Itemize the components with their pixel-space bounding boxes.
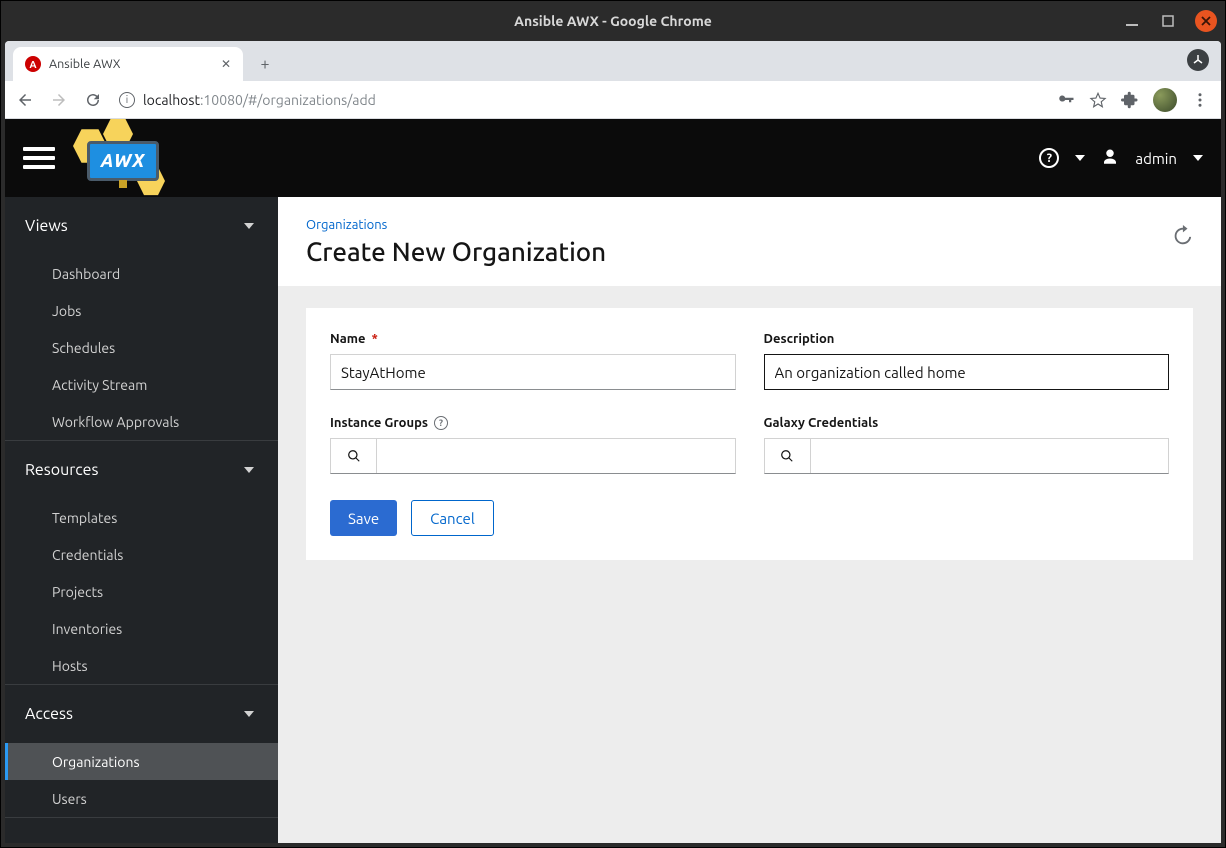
- nav-section-views[interactable]: Views: [5, 197, 278, 255]
- history-icon[interactable]: [1171, 225, 1193, 247]
- os-titlebar: Ansible AWX - Google Chrome: [1, 1, 1225, 41]
- password-key-icon[interactable]: [1057, 91, 1075, 109]
- window-title: Ansible AWX - Google Chrome: [514, 13, 712, 29]
- nav-section-label: Resources: [25, 461, 98, 479]
- new-tab-button[interactable]: +: [251, 50, 279, 78]
- forward-button[interactable]: [47, 88, 71, 112]
- form-card: Name* Description: [306, 308, 1193, 560]
- nav-item-dashboard[interactable]: Dashboard: [5, 255, 278, 292]
- address-bar[interactable]: i localhost:10080/#/organizations/add: [115, 92, 1047, 108]
- description-input[interactable]: [764, 354, 1170, 390]
- page-title: Create New Organization: [306, 237, 1193, 266]
- chevron-down-icon: [244, 467, 254, 473]
- name-input[interactable]: [330, 354, 736, 390]
- browser-toolbar: i localhost:10080/#/organizations/add: [5, 81, 1221, 119]
- reload-button[interactable]: [81, 88, 105, 112]
- nav-item-workflow-approvals[interactable]: Workflow Approvals: [5, 403, 278, 440]
- help-icon[interactable]: ?: [1039, 148, 1059, 168]
- close-button[interactable]: [1195, 10, 1217, 32]
- description-label: Description: [764, 332, 1170, 346]
- main-content: Organizations Create New Organization Na…: [278, 197, 1221, 843]
- nav-section-resources[interactable]: Resources: [5, 441, 278, 499]
- instance-groups-input[interactable]: [377, 439, 735, 473]
- nav-item-schedules[interactable]: Schedules: [5, 329, 278, 366]
- nav-toggle-button[interactable]: [23, 142, 55, 174]
- browser-tab-active[interactable]: A Ansible AWX ✕: [13, 47, 243, 81]
- nav-item-hosts[interactable]: Hosts: [5, 647, 278, 684]
- awx-logo[interactable]: AWX: [73, 123, 183, 193]
- chrome-menu-icon[interactable]: [1191, 91, 1209, 109]
- site-info-icon[interactable]: i: [119, 92, 135, 108]
- extensions-icon[interactable]: [1121, 91, 1139, 109]
- tab-title: Ansible AWX: [49, 57, 213, 71]
- nav-section-label: Views: [25, 217, 68, 235]
- awx-badge: AWX: [87, 141, 159, 181]
- username-label: admin: [1135, 150, 1177, 167]
- galaxy-credentials-search-button[interactable]: [765, 439, 811, 473]
- save-button[interactable]: Save: [330, 500, 397, 536]
- instance-groups-search-button[interactable]: [331, 439, 377, 473]
- back-button[interactable]: [13, 88, 37, 112]
- name-label: Name*: [330, 332, 736, 346]
- profile-avatar[interactable]: [1153, 88, 1177, 112]
- tab-strip: A Ansible AWX ✕ +: [5, 41, 1221, 81]
- required-indicator: *: [371, 332, 377, 346]
- favicon-icon: A: [25, 56, 41, 72]
- url-path: :10080/#/organizations/add: [200, 92, 376, 108]
- app-header: AWX ? admin: [5, 119, 1221, 197]
- chevron-down-icon: [244, 223, 254, 229]
- sidebar-nav: Views Dashboard Jobs Schedules Activity …: [5, 197, 278, 843]
- galaxy-credentials-input[interactable]: [811, 439, 1169, 473]
- nav-item-projects[interactable]: Projects: [5, 573, 278, 610]
- user-icon: [1101, 148, 1119, 169]
- nav-item-templates[interactable]: Templates: [5, 499, 278, 536]
- chrome-account-icon[interactable]: [1187, 49, 1209, 71]
- nav-item-credentials[interactable]: Credentials: [5, 536, 278, 573]
- nav-item-jobs[interactable]: Jobs: [5, 292, 278, 329]
- help-dropdown-icon[interactable]: [1075, 155, 1085, 161]
- url-host: localhost: [143, 92, 200, 108]
- instance-groups-label: Instance Groups ?: [330, 416, 736, 430]
- nav-item-inventories[interactable]: Inventories: [5, 610, 278, 647]
- breadcrumb-organizations[interactable]: Organizations: [306, 218, 387, 232]
- nav-item-users[interactable]: Users: [5, 780, 278, 817]
- bookmark-star-icon[interactable]: [1089, 91, 1107, 109]
- cancel-button[interactable]: Cancel: [411, 500, 494, 536]
- nav-item-organizations[interactable]: Organizations: [5, 743, 278, 780]
- user-dropdown-icon[interactable]: [1193, 155, 1203, 161]
- minimize-button[interactable]: [1123, 12, 1141, 30]
- nav-item-activity-stream[interactable]: Activity Stream: [5, 366, 278, 403]
- nav-section-access[interactable]: Access: [5, 685, 278, 743]
- maximize-button[interactable]: [1159, 12, 1177, 30]
- nav-section-label: Access: [25, 705, 73, 723]
- galaxy-credentials-label: Galaxy Credentials: [764, 416, 1170, 430]
- tab-close-button[interactable]: ✕: [221, 57, 231, 71]
- help-icon[interactable]: ?: [434, 416, 448, 430]
- chevron-down-icon: [244, 711, 254, 717]
